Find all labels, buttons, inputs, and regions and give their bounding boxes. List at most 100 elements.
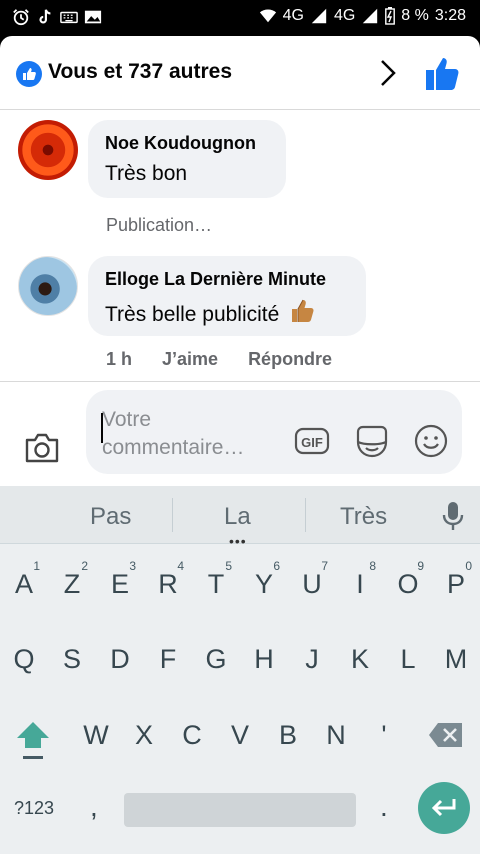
key-label: T <box>207 569 225 599</box>
key-j[interactable]: J <box>292 629 332 689</box>
reply-link[interactable]: Répondre <box>248 349 332 370</box>
reactions-header[interactable]: Vous et 737 autres <box>0 36 480 110</box>
avatar[interactable] <box>18 256 78 316</box>
comment-input[interactable]: Votre commentaire… <box>102 406 272 462</box>
key-hint: 3 <box>129 559 136 573</box>
symbols-key[interactable]: ?123 <box>14 798 54 819</box>
status-right-icons: 4G 4G 8 % 3:28 <box>259 7 466 25</box>
key-o[interactable]: O9 <box>388 554 428 614</box>
microphone-icon[interactable] <box>440 500 466 532</box>
suggestion-1[interactable]: Pas <box>90 503 131 531</box>
key-v[interactable]: V <box>220 705 260 765</box>
reactions-summary[interactable]: Vous et 737 autres <box>48 60 232 84</box>
comment-actions: 1 h J’aime Répondre <box>106 349 332 370</box>
backspace-icon[interactable] <box>428 722 464 748</box>
key-d[interactable]: D <box>100 629 140 689</box>
key-m[interactable]: M <box>436 629 476 689</box>
network-type-2: 4G <box>333 7 356 24</box>
comma-key[interactable]: , <box>90 791 98 823</box>
key-u[interactable]: U7 <box>292 554 332 614</box>
gif-icon[interactable]: GIF <box>294 426 330 456</box>
suggestion-3[interactable]: Très <box>340 503 387 531</box>
key-hint: 8 <box>369 559 376 573</box>
like-reaction-icon <box>16 61 42 87</box>
comment-text: Très bon <box>105 162 188 185</box>
key-hint: 6 <box>273 559 280 573</box>
key-s[interactable]: S <box>52 629 92 689</box>
comment-composer[interactable]: Votre commentaire… GIF <box>86 390 462 474</box>
key-h[interactable]: H <box>244 629 284 689</box>
comment-text: Très belle publicité <box>105 303 280 326</box>
chevron-right-icon[interactable] <box>374 58 402 88</box>
text-cursor <box>101 413 103 443</box>
comment-author[interactable]: Noe Koudougnon <box>105 133 256 154</box>
network-type-1: 4G <box>282 7 304 24</box>
status-bar: 4G 4G 8 % 3:28 <box>0 0 480 36</box>
shift-key-icon[interactable] <box>14 716 52 766</box>
publishing-status: Publication… <box>106 215 213 235</box>
key-x[interactable]: X <box>124 705 164 765</box>
signal-icon <box>311 8 327 24</box>
camera-icon[interactable] <box>24 432 60 464</box>
comment-timestamp: 1 h <box>106 349 133 369</box>
space-bar[interactable] <box>124 793 356 827</box>
wifi-icon <box>259 9 276 23</box>
key-c[interactable]: C <box>172 705 212 765</box>
key-t[interactable]: T5 <box>196 554 236 614</box>
key-label: Z <box>63 569 81 599</box>
like-button[interactable] <box>422 54 462 94</box>
image-icon <box>84 10 102 24</box>
battery-icon <box>385 7 396 25</box>
clock: 3:28 <box>434 7 466 24</box>
key-hint: 1 <box>33 559 40 573</box>
key-w[interactable]: W <box>76 705 116 765</box>
key-i[interactable]: I8 <box>340 554 380 614</box>
enter-key[interactable] <box>418 782 470 834</box>
key-hint: 9 <box>417 559 424 573</box>
comment-text-line: Très belle publicité <box>105 298 315 327</box>
key-y[interactable]: Y6 <box>244 554 284 614</box>
key-p[interactable]: P0 <box>436 554 476 614</box>
period-key[interactable]: . <box>380 791 388 823</box>
key-l[interactable]: L <box>388 629 428 689</box>
suggestion-bar: Pas La ••• Très <box>0 486 480 548</box>
key-g[interactable]: G <box>196 629 236 689</box>
comment-bubble[interactable]: Noe Koudougnon Très bon <box>88 120 286 198</box>
key-z[interactable]: Z2 <box>52 554 92 614</box>
key-e[interactable]: E3 <box>100 554 140 614</box>
emoji-icon[interactable] <box>414 424 448 458</box>
comment-author[interactable]: Elloge La Dernière Minute <box>105 269 326 290</box>
key-q[interactable]: Q <box>4 629 44 689</box>
divider <box>0 381 480 382</box>
status-left-icons <box>12 8 102 26</box>
key-r[interactable]: R4 <box>148 554 188 614</box>
key-label: P <box>446 569 465 599</box>
key-f[interactable]: F <box>148 629 188 689</box>
key-n[interactable]: N <box>316 705 356 765</box>
signal-icon-2 <box>363 8 378 24</box>
battery-percent: 8 % <box>401 7 429 24</box>
svg-text:GIF: GIF <box>301 435 323 450</box>
key-apostrophe[interactable]: ' <box>364 705 404 765</box>
key-k[interactable]: K <box>340 629 380 689</box>
like-comment-link[interactable]: J’aime <box>162 349 218 370</box>
key-a[interactable]: A1 <box>4 554 44 614</box>
divider <box>305 498 306 532</box>
divider <box>172 498 173 532</box>
key-hint: 5 <box>225 559 232 573</box>
enter-icon <box>431 799 456 817</box>
comment-bubble[interactable]: Elloge La Dernière Minute Très belle pub… <box>88 256 366 336</box>
key-label: R <box>158 569 178 599</box>
more-suggestions-icon[interactable]: ••• <box>229 534 247 548</box>
thumbs-up-emoji-icon <box>292 299 314 322</box>
key-hint: 2 <box>81 559 88 573</box>
avatar[interactable] <box>18 120 78 180</box>
key-hint: 0 <box>465 559 472 573</box>
comments-sheet: Vous et 737 autres Noe Koudougnon Très b… <box>0 36 480 486</box>
suggestion-2[interactable]: La <box>224 503 251 531</box>
key-hint: 4 <box>177 559 184 573</box>
sticker-icon[interactable] <box>354 424 390 460</box>
key-label: Y <box>254 569 273 599</box>
key-hint: 7 <box>321 559 328 573</box>
key-b[interactable]: B <box>268 705 308 765</box>
